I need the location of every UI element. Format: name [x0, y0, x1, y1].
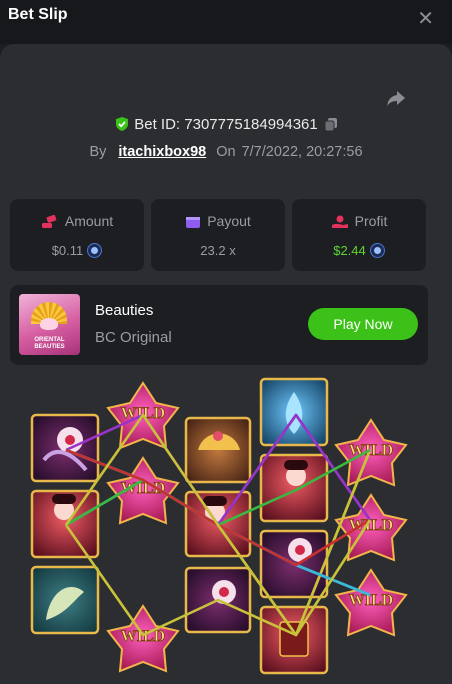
profit-label-row: Profit [292, 213, 426, 229]
amount-label-row: Amount [10, 213, 144, 229]
profit-hand-icon [331, 215, 348, 228]
username-link[interactable]: itachixbox98 [118, 144, 206, 160]
wallet-icon [186, 217, 201, 228]
bet-id: Bet ID: 7307775184994361 [134, 116, 318, 133]
game-name: Beauties [95, 302, 154, 319]
game-card: ORIENTAL BEAUTIES Beauties BC Original P… [10, 285, 428, 365]
amount-value: $0.11 [51, 243, 84, 258]
reel-4 [259, 377, 329, 675]
verified-shield-icon [114, 116, 130, 136]
wild-label: WILD [349, 592, 393, 609]
amount-value-row: $0.11 [10, 243, 144, 258]
coin-icon [369, 243, 385, 258]
slot-reels: WILD WILD WILD WILD WILD WILD [30, 377, 408, 675]
game-provider: BC Original [95, 329, 172, 346]
slot-board: WILD WILD WILD WILD WILD WILD [0, 370, 452, 679]
profit-value-row: $2.44 [292, 243, 426, 258]
money-hand-icon [41, 214, 57, 228]
profit-label: Profit [354, 213, 388, 229]
reel-5: WILD WILD WILD [334, 418, 408, 637]
lotus-graphic [40, 318, 58, 330]
wild-symbol: WILD [334, 493, 408, 562]
play-now-button[interactable]: Play Now [308, 308, 418, 340]
page-title: Bet Slip [8, 6, 68, 23]
payout-label-row: Payout [151, 213, 285, 229]
wild-label: WILD [121, 405, 165, 422]
wild-label: WILD [349, 517, 393, 534]
bet-id-row: Bet ID: 7307775184994361 [0, 116, 452, 136]
wild-symbol: WILD [106, 456, 180, 525]
profit-value: $2.44 [333, 243, 366, 258]
close-icon[interactable]: ✕ [417, 6, 434, 31]
by-label: By [89, 144, 107, 160]
coin-icon [87, 243, 103, 258]
header: Bet Slip ✕ [0, 0, 452, 44]
payout-label: Payout [207, 213, 251, 229]
on-label: On [216, 144, 236, 160]
bet-author-row: By itachixbox98 On 7/7/2022, 20:27:56 [0, 144, 452, 160]
payout-card: Payout 23.2 x [151, 199, 285, 271]
wild-symbol: WILD [334, 568, 408, 637]
bet-date: 7/7/2022, 20:27:56 [241, 144, 363, 160]
amount-label: Amount [64, 213, 114, 229]
profit-card: Profit $2.44 [292, 199, 426, 271]
thumbnail-title: ORIENTAL BEAUTIES [34, 337, 65, 350]
wild-symbol: WILD [106, 604, 180, 673]
amount-card: Amount $0.11 [10, 199, 144, 271]
wild-symbol: WILD [334, 418, 408, 487]
payout-value: 23.2 x [200, 243, 236, 258]
copy-icon[interactable] [324, 117, 338, 136]
wild-label: WILD [121, 628, 165, 645]
game-thumbnail[interactable]: ORIENTAL BEAUTIES [19, 294, 80, 355]
reel-1 [30, 413, 100, 635]
share-icon[interactable] [384, 86, 408, 110]
